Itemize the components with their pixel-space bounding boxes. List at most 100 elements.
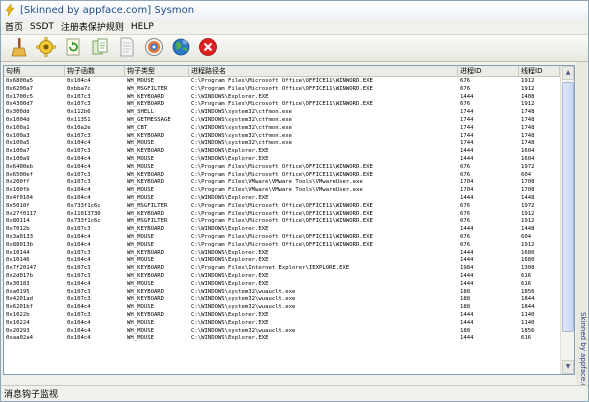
- scroll-thumb[interactable]: [562, 82, 574, 332]
- cell-thread-id: 1844: [521, 304, 535, 311]
- menu-help[interactable]: HELP: [131, 22, 154, 32]
- table-row[interactable]: 0x7f20147 0x107c3 WH_KEYBOARD C:\Program Fi…: [4, 265, 560, 272]
- cell-handle: 0x4300d7: [6, 101, 33, 108]
- table-row[interactable]: 0x4f0104 0x104c4 WH_MOUSE C:\WINDOWS\Explor…: [4, 195, 560, 202]
- cell-thread-id: 1448: [521, 195, 535, 201]
- table-row[interactable]: 0x6200a7 0xbba7c WH_MSGFILTER C:\Program Fi…: [4, 86, 560, 93]
- cell-hook-type: WH_KEYBOARD: [127, 312, 165, 318]
- cell-thread-id: 604: [521, 234, 532, 240]
- cell-hook-type: WH_MOUSE: [127, 195, 154, 201]
- settings-button[interactable]: [34, 36, 58, 60]
- hook-table[interactable]: 句柄 钩子函数 钩子类型 进程路径名 进程ID 线程ID 0x6800a5 0x1…: [3, 65, 575, 375]
- column-hook-function[interactable]: 钩子函数: [65, 66, 125, 77]
- cell-hook-function: 0x104c4: [67, 327, 91, 334]
- table-row[interactable]: 0x6500ef 0x107c3 WH_KEYBOARD C:\Program Fil…: [4, 172, 560, 179]
- copy-button[interactable]: [88, 36, 112, 60]
- table-row[interactable]: 0x7012b 0x107c3 WH_KEYBOARD C:\WINDOWS\Expl…: [4, 226, 560, 233]
- table-row[interactable]: 0xaa02a4 0x104c4 WH_MOUSE C:\WINDOWS\Explor…: [4, 335, 560, 342]
- table-row[interactable]: 0x6800a5 0x104c4 WH_MOUSE C:\Program Files\…: [4, 78, 560, 85]
- cell-thread-id: 1748: [521, 117, 535, 123]
- cell-process-path: C:\WINDOWS\system32\ctfmon.exe: [191, 117, 293, 123]
- column-process-path[interactable]: 进程路径名: [189, 66, 458, 77]
- cell-thread-id: 1912: [521, 210, 535, 217]
- cell-process-id: 1744: [460, 117, 474, 123]
- table-row[interactable]: 0x100a1 0x10a2e WH_CBT C:\WINDOWS\system32\…: [4, 125, 560, 132]
- table-row[interactable]: 0x300dd 0x112b6 WH_SHELL C:\WINDOWS\system3…: [4, 109, 560, 116]
- cell-hook-type: WH_KEYBOARD: [127, 101, 165, 108]
- cell-hook-type: WH_KEYBOARD: [127, 288, 165, 295]
- table-row[interactable]: 0x100fb 0x104c4 WH_MOUSE C:\Program Files\V…: [4, 187, 560, 194]
- cell-process-path: C:\WINDOWS\Explorer.EXE: [191, 319, 269, 326]
- table-row[interactable]: 0xa0195 0x107c3 WH_KEYBOARD C:\WINDOWS\syst…: [4, 289, 560, 296]
- column-process-id[interactable]: 进程ID: [458, 66, 519, 77]
- cell-handle: 0x7012b: [6, 226, 30, 233]
- menu-home[interactable]: 首页: [5, 20, 23, 33]
- menu-ssdt[interactable]: SSDT: [30, 22, 54, 32]
- table-row[interactable]: 0x100a7 0x107c3 WH_KEYBOARD C:\WINDOWS\Expl…: [4, 148, 560, 155]
- close-button[interactable]: [196, 36, 220, 60]
- table-row[interactable]: 0x100a5 0x104c4 WH_MOUSE C:\WINDOWS\system3…: [4, 140, 560, 147]
- cell-thread-id: 1748: [521, 132, 535, 139]
- cell-process-path: C:\Program Files\Microsoft Office\OFFICE…: [191, 202, 373, 209]
- table-row[interactable]: 0x1004d 0x11351 WH_GETMESSAGE C:\WINDOWS\sy…: [4, 117, 560, 124]
- blank-document-icon: [117, 37, 137, 60]
- cell-handle: 0xaa02a4: [6, 335, 33, 342]
- table-row[interactable]: 0x4300d7 0x107c3 WH_KEYBOARD C:\Program Fil…: [4, 101, 560, 108]
- cell-process-path: C:\WINDOWS\system32\ctfmon.exe: [191, 132, 293, 139]
- cell-handle: 0xa0195: [6, 288, 30, 295]
- cell-thread-id: 1972: [521, 163, 535, 170]
- cell-thread-id: 1408: [521, 93, 535, 100]
- title-bar[interactable]: [Skinned by appface.com] Sysmon: [1, 1, 588, 19]
- cell-thread-id: 1748: [521, 109, 535, 116]
- cell-hook-type: WH_CBT: [127, 124, 148, 131]
- refresh-button[interactable]: [61, 36, 85, 60]
- table-row[interactable]: 0x3a0133 0x104c4 WH_MOUSE C:\Program Files\…: [4, 234, 560, 241]
- cell-handle: 0x6800a5: [6, 78, 33, 84]
- cell-process-id: 1704: [460, 179, 474, 186]
- table-row[interactable]: 0x5010f 0x733f1c6c WH_MSGFILTER C:\Program …: [4, 203, 560, 210]
- cell-process-path: C:\WINDOWS\Explorer.EXE: [191, 335, 269, 342]
- scroll-up-arrow-icon[interactable]: ▲: [562, 66, 574, 80]
- cell-hook-type: WH_MOUSE: [127, 304, 154, 311]
- cell-process-id: 1444: [460, 280, 474, 287]
- column-handle[interactable]: 句柄: [4, 66, 65, 77]
- cell-thread-id: 1140: [521, 312, 535, 318]
- table-row[interactable]: 0x2d017b 0x107c3 WH_KEYBOARD C:\WINDOWS\Exp…: [4, 273, 560, 280]
- cell-thread-id: 616: [521, 280, 532, 287]
- globe-button[interactable]: [169, 36, 193, 60]
- table-row[interactable]: 0x27f0117 0x11013730 WH_KEYBOARD C:\Program…: [4, 211, 560, 218]
- table-row[interactable]: 0x10224 0x104c4 WH_MOUSE C:\WINDOWS\Explore…: [4, 320, 560, 327]
- table-scrollbar[interactable]: ▲ ▼: [560, 66, 574, 374]
- browser-button[interactable]: [142, 36, 166, 60]
- menu-registry[interactable]: 注册表保护规则: [61, 20, 124, 33]
- table-row[interactable]: 0x6400eb 0x104c4 WH_MOUSE C:\Program Files\…: [4, 164, 560, 171]
- table-row[interactable]: 0x200ff 0x107c3 WH_KEYBOARD C:\Program File…: [4, 179, 560, 186]
- column-hook-type[interactable]: 钩子类型: [125, 66, 189, 77]
- table-row[interactable]: 0x20293 0x104c4 WH_MOUSE C:\WINDOWS\system3…: [4, 328, 560, 335]
- table-row[interactable]: 0x100a9 0x104c4 WH_MOUSE C:\WINDOWS\Explore…: [4, 156, 560, 163]
- column-thread-id[interactable]: 线程ID: [519, 66, 560, 77]
- cell-process-path: C:\WINDOWS\Explorer.EXE: [191, 93, 269, 100]
- cell-hook-function: 0x107c3: [67, 179, 91, 186]
- cell-process-id: 1444: [460, 156, 474, 162]
- table-row[interactable]: 0x10146 0x104c4 WH_MOUSE C:\WINDOWS\Explore…: [4, 257, 560, 264]
- cell-process-path: C:\WINDOWS\system32\ctfmon.exe: [191, 140, 293, 147]
- cell-process-path: C:\WINDOWS\Explorer.EXE: [191, 312, 269, 318]
- scroll-down-arrow-icon[interactable]: ▼: [562, 360, 574, 374]
- table-row[interactable]: 0x1022b 0x107c3 WH_KEYBOARD C:\WINDOWS\Expl…: [4, 312, 560, 319]
- table-row[interactable]: 0x80114 0x733f1c6c WH_MSGFILTER C:\Program …: [4, 218, 560, 225]
- table-row[interactable]: 0x4201ad 0x107c3 WH_KEYBOARD C:\WINDOWS\sys…: [4, 296, 560, 303]
- table-row[interactable]: 0x10144 0x107c3 WH_KEYBOARD C:\WINDOWS\Expl…: [4, 250, 560, 257]
- table-row[interactable]: 0x88013b 0x104c4 WH_MOUSE C:\Program Files\…: [4, 242, 560, 249]
- cell-process-path: C:\Program Files\Microsoft Office\OFFICE…: [191, 101, 373, 108]
- cell-handle: 0x6201bf: [6, 304, 33, 311]
- document-button[interactable]: [115, 36, 139, 60]
- table-row[interactable]: 0x30183 0x104c4 WH_MOUSE C:\WINDOWS\Explore…: [4, 281, 560, 288]
- broom-button[interactable]: [7, 36, 31, 60]
- table-row[interactable]: 0x1700c5 0x107c3 WH_KEYBOARD C:\WINDOWS\Exp…: [4, 94, 560, 101]
- cell-process-id: 1444: [460, 148, 474, 155]
- cell-hook-type: WH_MOUSE: [127, 234, 154, 240]
- cell-handle: 0x2d017b: [6, 273, 33, 279]
- table-row[interactable]: 0x100a3 0x107c3 WH_KEYBOARD C:\WINDOWS\syst…: [4, 133, 560, 140]
- table-row[interactable]: 0x6201bf 0x104c4 WH_MOUSE C:\WINDOWS\system…: [4, 304, 560, 311]
